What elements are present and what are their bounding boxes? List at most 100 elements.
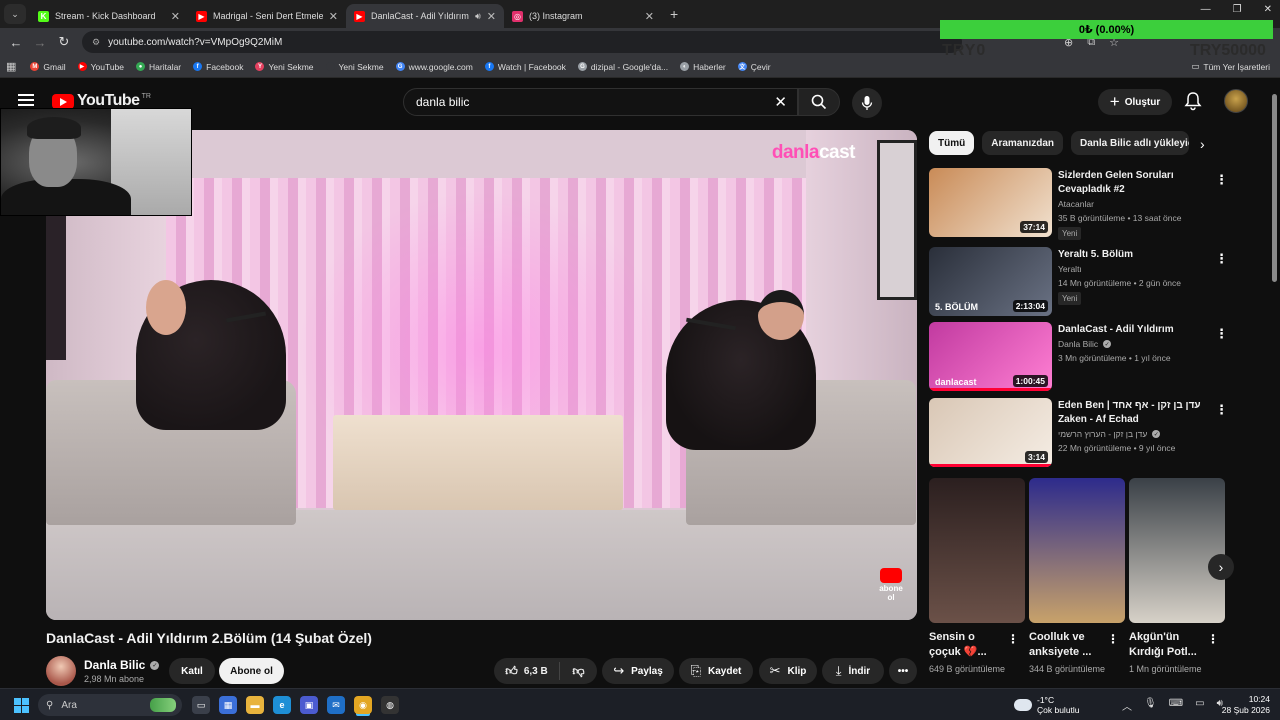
bookmark-item[interactable]: Gwww.google.com: [395, 62, 473, 72]
dislike-button[interactable]: 👎︎: [560, 664, 597, 679]
more-actions-button[interactable]: •••: [889, 658, 917, 684]
share-button[interactable]: ↪ Paylaş: [602, 658, 674, 684]
recommendation-item[interactable]: danlacast 1:00:45 DanlaCast - Adil Yıldırı…: [929, 322, 1229, 392]
save-button[interactable]: ⎘ Kaydet: [679, 658, 753, 684]
like-button[interactable]: 👍︎ 6,3 B: [494, 662, 560, 680]
bookmark-item[interactable]: ◐ Haberler: [680, 62, 726, 72]
short-item-meta[interactable]: Sensin o çoçuk 💔... 649 B görüntüleme ⋮: [929, 630, 1025, 676]
shorts-next-button[interactable]: ›: [1208, 554, 1234, 580]
more-vertical-icon[interactable]: ⋮: [1215, 402, 1228, 418]
all-bookmarks[interactable]: ▭ Tüm Yer İşaretleri: [1191, 61, 1270, 72]
bookmark-item[interactable]: ▶ YouTube: [77, 62, 124, 72]
more-vertical-icon[interactable]: ⋮: [1007, 632, 1019, 646]
bookmark-favicon-icon: f: [193, 62, 203, 71]
filter-chip[interactable]: Tümü: [929, 131, 975, 155]
more-vertical-icon[interactable]: ⋮: [1207, 632, 1219, 646]
widgets-icon[interactable]: ▦: [219, 696, 237, 714]
mic-tray-icon[interactable]: 🎙︎: [1144, 698, 1157, 713]
tab-2[interactable]: ▶ DanlaCast - Adil Yıldırım 2. 🔊︎ ✕: [346, 4, 504, 28]
tab-0[interactable]: K Stream - Kick Dashboard ✕: [30, 4, 188, 28]
obs-icon[interactable]: ◍: [381, 696, 399, 714]
share-label: Paylaş: [631, 665, 663, 677]
recommendation-item[interactable]: 37:14 Sizlerden Gelen Soruları Cevapladık…: [929, 168, 1229, 240]
short-thumbnail[interactable]: [1129, 478, 1225, 623]
filter-chip[interactable]: Danla Bilic adlı yükleyici: [1071, 131, 1190, 155]
site-info-icon[interactable]: ⚙: [92, 37, 100, 48]
close-tab-icon[interactable]: ✕: [171, 10, 180, 23]
tab-3[interactable]: ◎ (3) Instagram ✕: [504, 4, 662, 28]
notifications-bell-icon[interactable]: [1184, 91, 1202, 116]
more-vertical-icon[interactable]: ⋮: [1215, 172, 1228, 188]
channel-avatar[interactable]: [46, 656, 76, 686]
recommendation-item[interactable]: 5. BÖLÜM 2:13:04 Yeraltı 5. Bölüm Yeraltı 14…: [929, 247, 1229, 317]
chevron-right-icon[interactable]: ›: [1200, 136, 1205, 152]
chrome-icon[interactable]: ◉: [354, 696, 372, 714]
audio-playing-icon[interactable]: 🔊︎: [475, 11, 481, 22]
keyboard-icon[interactable]: ⌨: [1169, 698, 1183, 713]
bookmark-item[interactable]: Y Yeni Sekme: [255, 62, 314, 72]
bookmark-label: Çevir: [750, 61, 771, 72]
page-scrollbar[interactable]: [1272, 94, 1277, 282]
bookmark-item[interactable]: f Facebook: [193, 62, 243, 72]
short-item-meta[interactable]: Akgün'ün Kırdığı Potl... 1 Mn görüntüleme…: [1129, 630, 1225, 676]
youtube-subscribe-icon: [880, 568, 902, 583]
clear-search-icon[interactable]: ✕: [774, 93, 787, 111]
display-icon[interactable]: ▭: [1195, 698, 1204, 713]
create-button[interactable]: + Oluştur: [1098, 89, 1172, 115]
subscribe-button[interactable]: Abone ol: [219, 658, 284, 684]
short-thumbnail[interactable]: [1029, 478, 1125, 623]
windows-start-icon[interactable]: [14, 698, 29, 713]
voice-search-button[interactable]: [852, 88, 882, 118]
search-input[interactable]: danla bilic ✕: [403, 88, 798, 116]
channel-name-row[interactable]: Danla Bilic ✓: [84, 658, 160, 672]
video-thumbnail[interactable]: 3:14: [929, 398, 1052, 467]
bookmark-item[interactable]: ● Haritalar: [136, 62, 181, 72]
new-tab-button[interactable]: +: [670, 6, 678, 22]
search-button[interactable]: [798, 88, 840, 116]
url-input[interactable]: ⚙ youtube.com/watch?v=VMpOg9Q2MiM: [82, 31, 962, 53]
tab-1[interactable]: ▶ Madrigal - Seni Dert Etmeler (O ✕: [188, 4, 346, 28]
filter-chip[interactable]: Aramanızdan: [982, 131, 1064, 155]
close-tab-icon[interactable]: ✕: [645, 10, 654, 23]
short-thumbnail[interactable]: [929, 478, 1025, 623]
minimize-icon[interactable]: —: [1201, 4, 1211, 15]
store-icon[interactable]: ▣: [300, 696, 318, 714]
account-avatar[interactable]: [1224, 89, 1248, 113]
subscribe-watermark[interactable]: abone ol: [877, 568, 905, 602]
video-thumbnail[interactable]: danlacast 1:00:45: [929, 322, 1052, 391]
more-vertical-icon[interactable]: ⋮: [1107, 632, 1119, 646]
more-vertical-icon[interactable]: ⋮: [1215, 326, 1228, 342]
weather-widget[interactable]: -1°C Çok bulutlu: [1014, 695, 1080, 715]
clip-button[interactable]: ✂ Klip: [759, 658, 817, 684]
bookmark-item[interactable]: M Gmail: [30, 62, 66, 72]
close-tab-icon[interactable]: ✕: [487, 10, 496, 23]
forward-icon[interactable]: →: [28, 35, 52, 50]
close-tab-icon[interactable]: ✕: [329, 10, 338, 23]
close-window-icon[interactable]: ✕: [1264, 4, 1272, 15]
file-explorer-icon[interactable]: ▬: [246, 696, 264, 714]
chevron-up-icon[interactable]: ︿: [1122, 698, 1132, 713]
weather-desc: Çok bulutlu: [1037, 705, 1080, 715]
download-button[interactable]: ⤓ İndir: [822, 658, 884, 684]
video-thumbnail[interactable]: 37:14: [929, 168, 1052, 237]
join-button[interactable]: Katıl: [169, 658, 215, 684]
bookmark-item[interactable]: f Watch | Facebook: [484, 62, 566, 72]
recommendation-item[interactable]: 3:14 Eden Ben | עדן בן זקן - אף אחד Zaken…: [929, 398, 1229, 468]
apps-grid-icon[interactable]: ▦: [6, 60, 16, 73]
menu-icon[interactable]: [18, 94, 34, 106]
edge-icon[interactable]: e: [273, 696, 291, 714]
video-thumbnail[interactable]: 5. BÖLÜM 2:13:04: [929, 247, 1052, 316]
bookmark-item[interactable]: 文 Çevir: [737, 61, 771, 72]
maximize-icon[interactable]: ❐: [1233, 4, 1242, 15]
more-vertical-icon[interactable]: ⋮: [1215, 251, 1228, 267]
taskbar-search[interactable]: ⚲ Ara: [38, 694, 182, 716]
back-icon[interactable]: ←: [4, 35, 28, 50]
short-item-meta[interactable]: Coolluk ve anksiyete ... 344 B görüntülem…: [1029, 630, 1125, 676]
tab-search-button[interactable]: ⌄: [4, 4, 26, 24]
reload-icon[interactable]: ↻: [52, 34, 76, 50]
task-view-icon[interactable]: ▭: [192, 696, 210, 714]
clock[interactable]: 10:24 28 Şub 2026: [1216, 694, 1270, 716]
bookmark-item[interactable]: Yeni Sekme: [325, 62, 384, 72]
bookmark-item[interactable]: Gdizipal - Google'da...: [577, 62, 668, 72]
mail-icon[interactable]: ✉: [327, 696, 345, 714]
